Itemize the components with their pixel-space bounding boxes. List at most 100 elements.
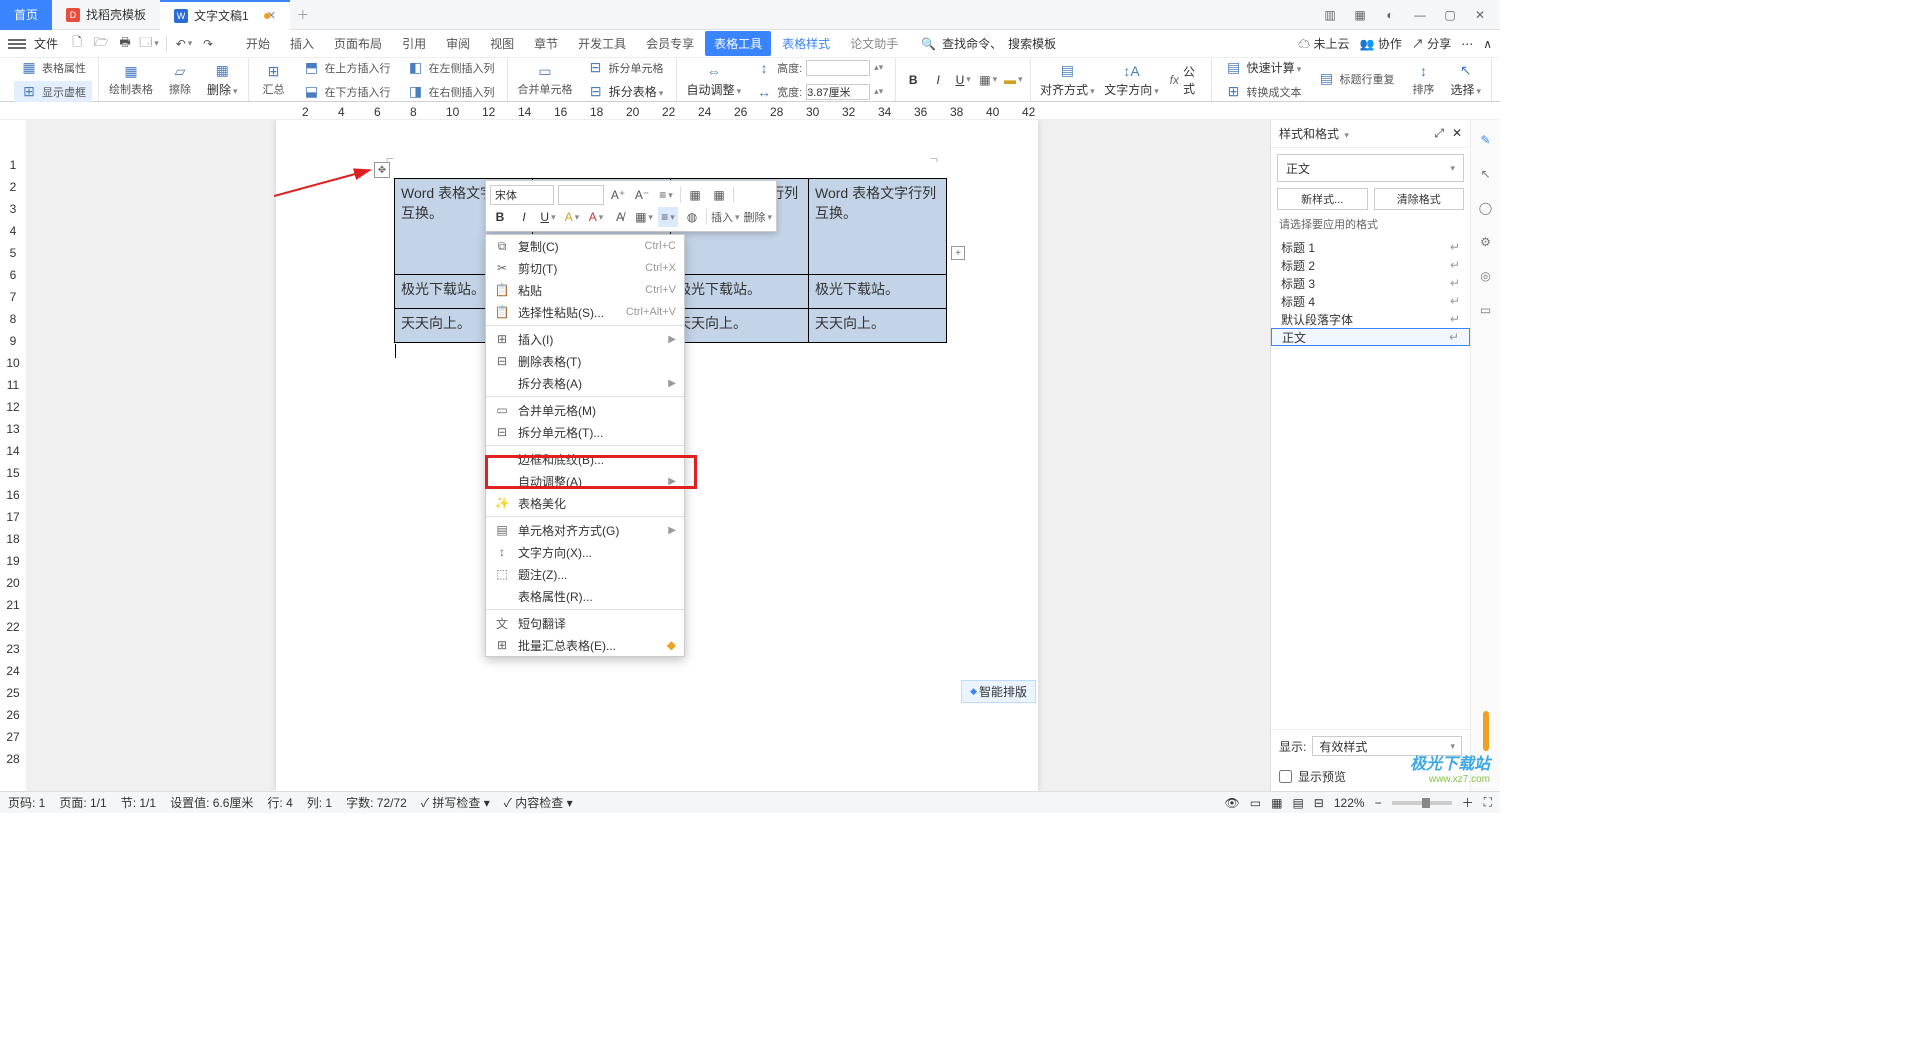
mini-align-icon[interactable]: ≡▾	[658, 207, 678, 227]
side-settings-icon[interactable]: ⚙	[1476, 232, 1496, 252]
fullscreen-icon[interactable]: ⛶	[1484, 795, 1492, 810]
formula-button[interactable]: 公式	[1183, 63, 1205, 97]
table-add-column-button[interactable]: +	[951, 246, 965, 260]
file-menu[interactable]: 文件	[28, 33, 64, 54]
side-book-icon[interactable]: ▭	[1476, 300, 1496, 320]
mtab-paper[interactable]: 论文助手	[841, 31, 907, 56]
tab-home[interactable]: 首页	[0, 0, 52, 30]
insert-col-right-button[interactable]: ◨在右侧插入列	[401, 81, 501, 103]
mtab-ref[interactable]: 引用	[393, 31, 435, 56]
new-icon[interactable]: 🗋	[66, 33, 88, 55]
layout-icon[interactable]: ▥	[1316, 1, 1344, 29]
repeat-header-button[interactable]: ▤标题行重复	[1311, 68, 1400, 90]
mtab-vip[interactable]: 会员专享	[637, 31, 703, 56]
style-item[interactable]: 标题 2↵	[1271, 256, 1470, 274]
status-page[interactable]: 页码: 1	[8, 794, 45, 811]
style-item[interactable]: 标题 1↵	[1271, 238, 1470, 256]
ruler-vertical[interactable]: 1234567891011121314151617181920212223242…	[0, 120, 26, 791]
height-input[interactable]	[806, 60, 870, 76]
merge-cells-button[interactable]: ▭合并单元格	[514, 60, 577, 99]
share-button[interactable]: ↗ 分享	[1412, 35, 1451, 52]
side-location-icon[interactable]: ◎	[1476, 266, 1496, 286]
side-scroll-indicator[interactable]	[1483, 711, 1489, 751]
mini-shading-icon[interactable]: ◍	[682, 207, 702, 227]
coop-button[interactable]: 👥 协作	[1360, 35, 1402, 52]
print-icon[interactable]: 🖶	[114, 33, 136, 55]
zoom-in-icon[interactable]: ＋	[1462, 794, 1474, 811]
mini-insert-icon[interactable]: ▦	[685, 185, 705, 205]
style-item[interactable]: 标题 3↵	[1271, 274, 1470, 292]
current-style-select[interactable]: 正文▾	[1277, 154, 1464, 182]
mini-clear-icon[interactable]: A̸	[610, 207, 630, 227]
table-cell[interactable]: 极光下载站。	[809, 275, 947, 309]
ctx-delete-table[interactable]: ⊟删除表格(T)	[486, 350, 684, 372]
mtab-chapter[interactable]: 章节	[525, 31, 567, 56]
status-spellcheck[interactable]: ✓ 拼写检查 ▾	[421, 794, 490, 811]
status-pages[interactable]: 页面: 1/1	[59, 794, 106, 811]
command-search[interactable]: 🔍 查找命令、搜索模板	[921, 35, 1056, 52]
cloud-status[interactable]: ☁ 未上云	[1298, 35, 1349, 52]
ctx-split-cells[interactable]: ⊟拆分单元格(T)...	[486, 421, 684, 443]
summary-button[interactable]: ⊞汇总	[255, 60, 293, 99]
autofit-button[interactable]: ⇔自动调整▾	[683, 60, 746, 100]
ctx-split-table[interactable]: 拆分表格(A)▶	[486, 372, 684, 394]
user-avatar-icon[interactable]: ◐	[1376, 1, 1404, 29]
width-input[interactable]	[806, 84, 870, 100]
side-shape-icon[interactable]: ◯	[1476, 198, 1496, 218]
draw-table-button[interactable]: ▦绘制表格	[105, 60, 157, 99]
document-canvas[interactable]: ⌐ ¬ ✥ Word 表格文字行列互换。Word 表格文字行列互换。Word 表…	[26, 120, 1270, 791]
insert-col-left-button[interactable]: ◧在左侧插入列	[401, 57, 501, 79]
undo-icon[interactable]: ↶▾	[173, 33, 195, 55]
align-button[interactable]: ▤对齐方式▾	[1037, 60, 1097, 100]
ctx-table-props[interactable]: 表格属性(R)...	[486, 585, 684, 607]
mini-size-input[interactable]	[558, 185, 604, 205]
redo-icon[interactable]: ↷	[197, 33, 219, 55]
ctx-cell-align[interactable]: ▤单元格对齐方式(G)▶	[486, 519, 684, 541]
ctx-text-direction[interactable]: ↕文字方向(X)...	[486, 541, 684, 563]
erase-button[interactable]: ▱擦除	[161, 60, 199, 99]
hamburger-icon[interactable]	[8, 39, 26, 49]
ctx-caption[interactable]: ⬚题注(Z)...	[486, 563, 684, 585]
clear-format-button[interactable]: 清除格式	[1374, 188, 1465, 210]
ctx-translate[interactable]: 文短句翻译	[486, 612, 684, 634]
increase-font-icon[interactable]: A⁺	[608, 185, 628, 205]
close-window-button[interactable]: ✕	[1466, 1, 1494, 29]
ctx-cut[interactable]: ✂剪切(T)Ctrl+X	[486, 257, 684, 279]
mini-fontcolor-icon[interactable]: A▾	[586, 207, 606, 227]
collapse-ribbon-icon[interactable]: ∧	[1483, 37, 1492, 51]
status-words[interactable]: 字数: 72/72	[346, 794, 407, 811]
text-direction-button[interactable]: ↕A文字方向▾	[1101, 60, 1161, 100]
delete-button[interactable]: ▦删除▾	[203, 60, 242, 100]
mtab-view[interactable]: 视图	[481, 31, 523, 56]
show-gridlines-button[interactable]: ⊞显示虚框	[14, 81, 92, 103]
mini-border-icon[interactable]: ▦▾	[634, 207, 654, 227]
mtab-table-styles[interactable]: 表格样式	[773, 31, 839, 56]
table-cell[interactable]: 天天向上。	[809, 309, 947, 343]
style-item[interactable]: 默认段落字体↵	[1271, 310, 1470, 328]
zoom-slider[interactable]	[1392, 801, 1452, 805]
ctx-autofit[interactable]: 自动调整(A)▶	[486, 470, 684, 492]
ctx-batch-summary[interactable]: ⊞批量汇总表格(E)...◆	[486, 634, 684, 656]
mini-italic-icon[interactable]: I	[514, 207, 534, 227]
italic-icon[interactable]: I	[927, 69, 949, 91]
more-icon[interactable]: ⋯	[1461, 37, 1473, 51]
side-select-icon[interactable]: ↖	[1476, 164, 1496, 184]
row-height-field[interactable]: ↕高度:▴▾	[749, 57, 889, 79]
tab-document[interactable]: W 文字文稿1 ✕	[160, 0, 290, 30]
quick-calc-button[interactable]: ▤快速计算▾	[1218, 57, 1307, 79]
mini-delete-label[interactable]: 删除▾	[744, 207, 773, 227]
close-panel-icon[interactable]: ✕	[1452, 126, 1462, 140]
table-cell[interactable]: 天天向上。	[671, 309, 809, 343]
table-move-handle[interactable]: ✥	[374, 162, 390, 178]
insert-row-below-button[interactable]: ⬓在下方插入行	[297, 81, 397, 103]
style-item[interactable]: 正文↵	[1271, 328, 1470, 346]
new-tab-button[interactable]: ＋	[290, 2, 316, 28]
border-icon[interactable]: ▦▾	[977, 69, 999, 91]
pin-icon[interactable]: ⤢	[1434, 126, 1444, 140]
split-cells-button[interactable]: ⊟拆分单元格	[581, 57, 670, 79]
list-icon[interactable]: ≡▾	[656, 185, 676, 205]
zoom-out-icon[interactable]: −	[1375, 796, 1382, 810]
decrease-font-icon[interactable]: A⁻	[632, 185, 652, 205]
ctx-copy[interactable]: ⧉复制(C)Ctrl+C	[486, 235, 684, 257]
table-cell[interactable]: 极光下载站。	[671, 275, 809, 309]
